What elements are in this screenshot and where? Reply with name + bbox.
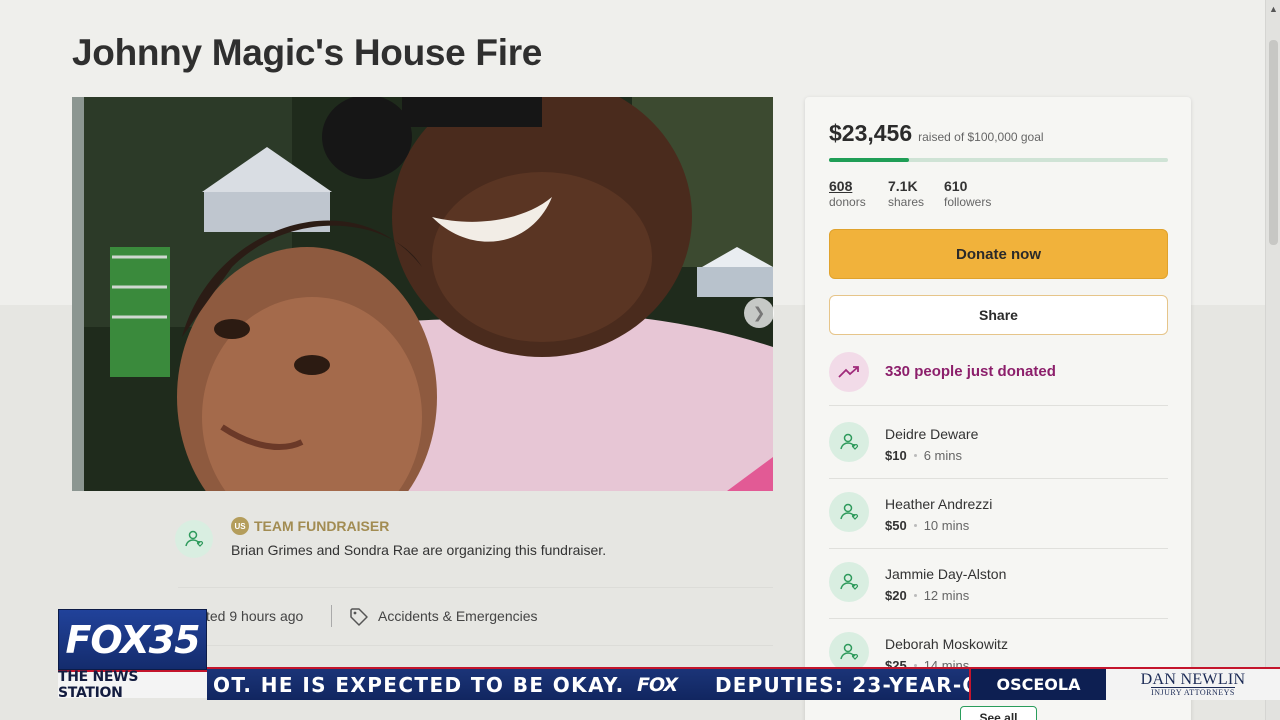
separator-dot xyxy=(913,454,917,457)
user-heart-icon xyxy=(840,643,858,660)
donor-name: Deborah Moskowitz xyxy=(885,636,1008,652)
news-ticker: OT. HE IS EXPECTED TO BE OKAY. FOX DEPUT… xyxy=(207,667,1280,700)
donor-amount: $10 xyxy=(885,448,907,463)
scroll-up-icon[interactable]: ▲ xyxy=(1269,4,1278,14)
divider xyxy=(178,645,773,646)
donor-meta: $20 12 mins xyxy=(885,588,969,603)
raised-summary: $23,456 raised of $100,000 goal xyxy=(829,120,1044,147)
page-scrollbar[interactable]: ▲ xyxy=(1265,0,1280,720)
team-fundraiser-label: TEAM FUNDRAISER xyxy=(254,518,390,534)
user-heart-icon xyxy=(840,503,858,520)
trending-text: 330 people just donated xyxy=(885,363,1056,380)
ticker-logo: FOX xyxy=(637,674,678,696)
stat-followers: 610 followers xyxy=(944,178,991,209)
chevron-right-icon: ❯ xyxy=(752,305,766,322)
donor-name: Heather Andrezzi xyxy=(885,496,993,512)
donor-meta: $10 6 mins xyxy=(885,448,962,463)
organizer-text: Brian Grimes and Sondra Rae are organizi… xyxy=(231,542,607,558)
sponsor-name: DAN NEWLIN xyxy=(1140,671,1246,688)
created-time: ted 9 hours ago xyxy=(206,608,304,624)
divider xyxy=(829,618,1168,619)
donor-avatar xyxy=(829,632,869,672)
donor-avatar xyxy=(829,492,869,532)
divider xyxy=(829,548,1168,549)
donor-time: 12 mins xyxy=(923,588,970,603)
divider xyxy=(829,405,1168,406)
station-tagline: THE NEWS STATION xyxy=(58,669,139,701)
donor-meta: $50 10 mins xyxy=(885,518,969,533)
campaign-photo xyxy=(72,97,773,491)
tag-icon xyxy=(349,607,369,632)
donor-amount: $50 xyxy=(885,518,907,533)
donor-time: 10 mins xyxy=(923,518,970,533)
share-button[interactable]: Share xyxy=(829,295,1168,335)
ticker-county-label: OSCEOLA xyxy=(969,669,1106,700)
donor-amount: $20 xyxy=(885,588,907,603)
category-link[interactable]: Accidents & Emergencies xyxy=(378,608,538,624)
user-heart-icon xyxy=(185,530,203,547)
donor-name: Jammie Day-Alston xyxy=(885,566,1007,582)
trending-badge xyxy=(829,352,869,392)
shares-count: 7.1K xyxy=(888,178,918,194)
divider xyxy=(829,478,1168,479)
trending-up-icon xyxy=(838,366,859,378)
station-logo-text: FOX35 xyxy=(65,617,200,662)
ticker-text-next: DEPUTIES: 23-YEAR-OLD xyxy=(715,673,1013,697)
goal-text: raised of $100,000 goal xyxy=(918,130,1044,144)
donor-avatar xyxy=(829,562,869,602)
progress-bar xyxy=(829,158,1168,162)
donor-avatar xyxy=(829,422,869,462)
ticker-text: OT. HE IS EXPECTED TO BE OKAY. xyxy=(213,673,625,697)
user-heart-icon xyxy=(840,573,858,590)
stat-donors[interactable]: 608 donors xyxy=(829,178,866,209)
divider xyxy=(178,587,773,588)
campaign-photo-image xyxy=(72,97,773,491)
donor-name: Deidre Deware xyxy=(885,426,979,442)
station-logo: FOX35 xyxy=(58,609,207,670)
scrollbar-thumb[interactable] xyxy=(1269,40,1278,245)
donate-now-button[interactable]: Donate now xyxy=(829,229,1168,279)
donors-count[interactable]: 608 xyxy=(829,178,866,194)
team-fundraiser-badge: US TEAM FUNDRAISER xyxy=(231,517,389,535)
organizer-avatar[interactable] xyxy=(175,520,213,558)
raised-amount: $23,456 xyxy=(829,120,913,146)
sponsor-subtitle: INJURY ATTORNEYS xyxy=(1151,687,1235,697)
donors-label: donors xyxy=(829,195,866,209)
stat-shares: 7.1K shares xyxy=(888,178,924,209)
page-title: Johnny Magic's House Fire xyxy=(72,32,543,73)
followers-label: followers xyxy=(944,195,992,209)
separator-dot xyxy=(913,594,917,597)
station-tagline-bar: THE NEWS STATION xyxy=(58,669,207,701)
followers-count: 610 xyxy=(944,178,968,194)
shares-label: shares xyxy=(888,195,925,209)
meta-separator xyxy=(331,605,332,627)
team-icon: US xyxy=(231,517,249,535)
sponsor-logo: DAN NEWLIN INJURY ATTORNEYS xyxy=(1106,669,1280,700)
separator-dot xyxy=(913,524,917,527)
progress-fill xyxy=(829,158,909,162)
user-heart-icon xyxy=(840,433,858,450)
see-all-button[interactable]: See all xyxy=(960,706,1037,720)
donor-time: 6 mins xyxy=(923,448,962,463)
carousel-next-button[interactable]: ❯ xyxy=(744,298,774,328)
